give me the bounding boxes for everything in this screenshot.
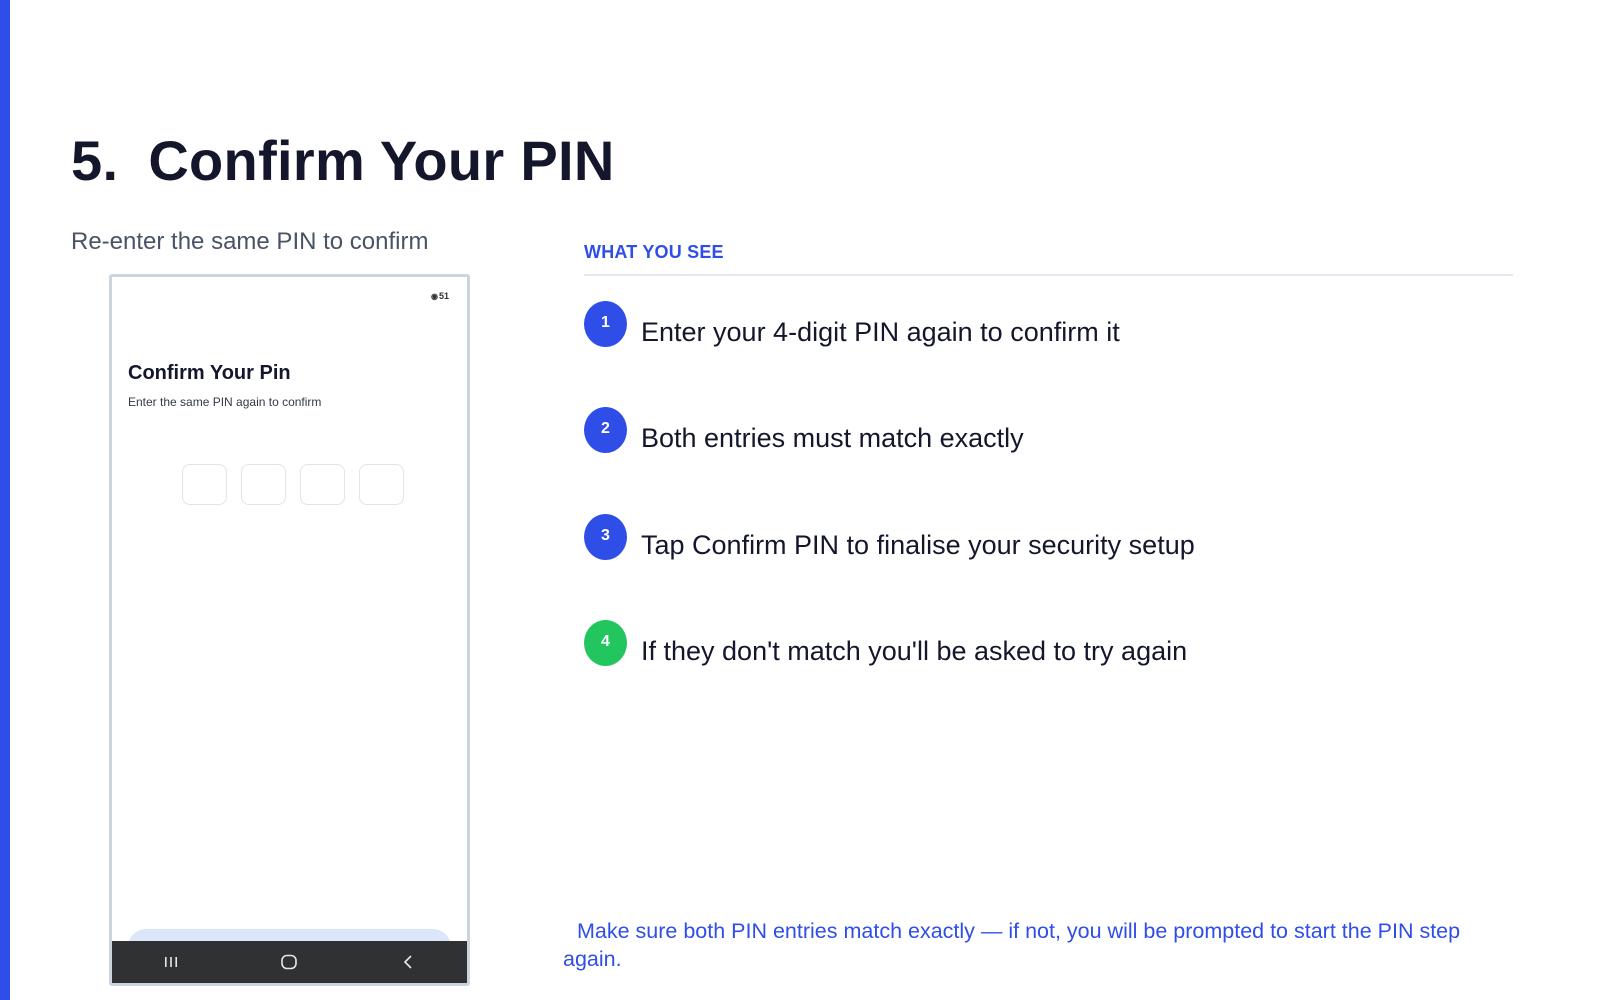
step-item: 2 Both entries must match exactly [584,407,1514,457]
page-title: 5. Confirm Your PIN [71,128,615,193]
signal-icon: ◉ [431,292,438,301]
step-text: Tap Confirm PIN to finalise your securit… [641,530,1195,560]
android-nav-bar [112,941,467,983]
recent-apps-icon[interactable] [151,947,191,977]
pin-digit-4[interactable] [359,464,404,505]
section-divider [584,274,1513,276]
step-item: 3 Tap Confirm PIN to finalise your secur… [584,514,1514,564]
page-subtitle: Re-enter the same PIN to confirm [71,228,429,255]
step-number-badge: 1 [584,301,627,347]
back-icon[interactable] [388,947,428,977]
battery-level: 51 [438,291,449,301]
page-title-text: Confirm Your PIN [148,129,615,192]
home-icon[interactable] [269,947,309,977]
screen-subtitle: Enter the same PIN again to confirm [128,395,322,409]
step-item: 4 If they don't match you'll be asked to… [584,620,1514,670]
pin-digit-3[interactable] [300,464,345,505]
step-number-badge: 3 [584,514,627,560]
step-number-badge: 4 [584,620,627,666]
pin-input-row [182,464,404,505]
status-bar: ◉51 [431,291,449,301]
phone-screenshot: ◉51 Confirm Your Pin Enter the same PIN … [109,274,470,986]
pin-digit-1[interactable] [182,464,227,505]
step-item: 1 Enter your 4-digit PIN again to confir… [584,301,1514,351]
step-text: Enter your 4-digit PIN again to confirm … [641,317,1120,347]
accent-bar [0,0,10,1000]
step-number-badge: 2 [584,407,627,453]
screen-title: Confirm Your Pin [128,362,291,384]
step-number: 5. [71,129,119,192]
step-text: Both entries must match exactly [641,423,1024,453]
info-note: Make sure both PIN entries match exactly… [563,919,1461,971]
pin-digit-2[interactable] [241,464,286,505]
section-label: WHAT YOU SEE [584,242,724,262]
step-text: If they don't match you'll be asked to t… [641,636,1188,666]
